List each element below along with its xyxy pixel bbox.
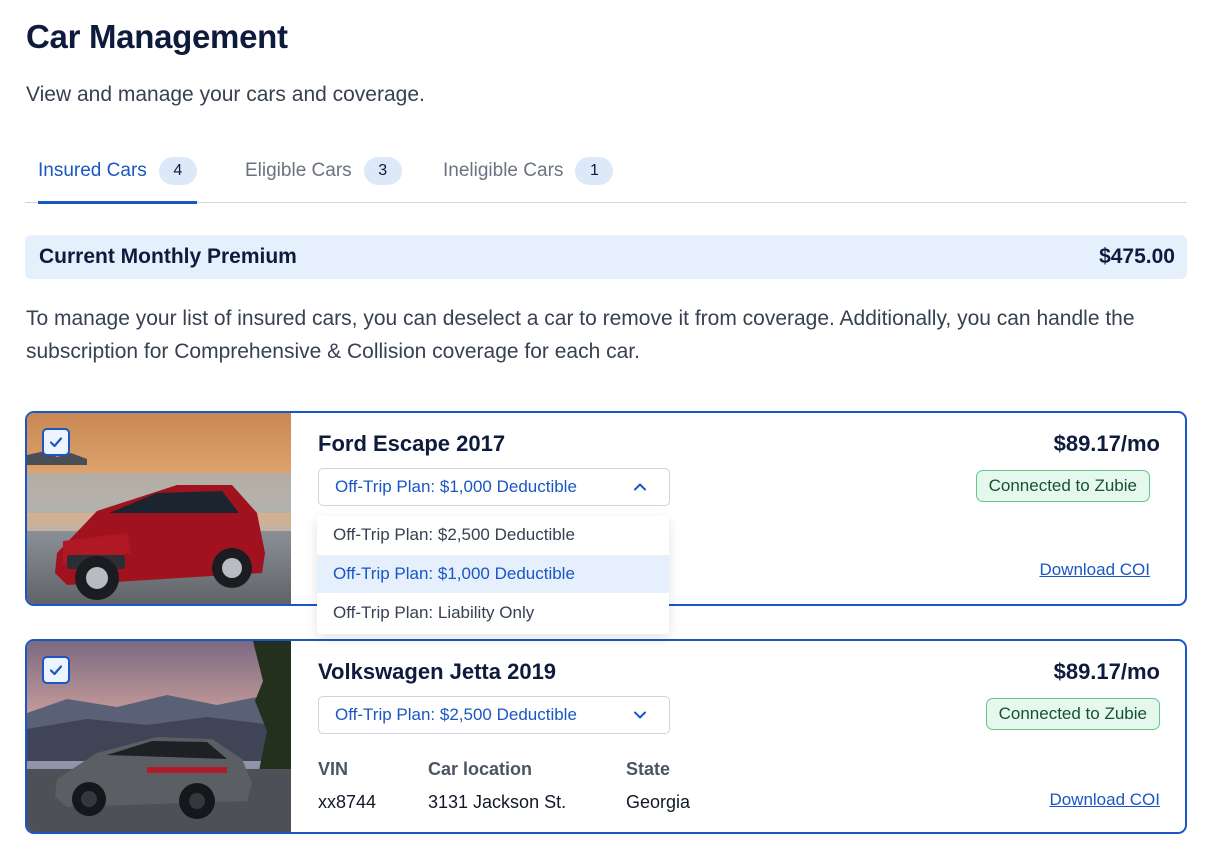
dropdown-option-liability-only[interactable]: Off-Trip Plan: Liability Only	[317, 594, 669, 632]
plan-dropdown-menu: Off-Trip Plan: $2,500 Deductible Off-Tri…	[317, 516, 669, 634]
checkmark-icon	[49, 665, 63, 676]
tab-eligible-cars[interactable]: Eligible Cars 3	[245, 140, 402, 202]
tab-label: Ineligible Cars	[443, 160, 564, 181]
tab-label: Insured Cars	[38, 160, 147, 181]
dropdown-option-2500-deductible[interactable]: Off-Trip Plan: $2,500 Deductible	[317, 516, 669, 554]
car-card-volkswagen-jetta: Volkswagen Jetta 2019 $89.17/mo Off-Trip…	[25, 639, 1187, 834]
plan-select-dropdown[interactable]: Off-Trip Plan: $1,000 Deductible	[318, 468, 670, 506]
premium-label: Current Monthly Premium	[39, 245, 297, 268]
coverage-description: To manage your list of insured cars, you…	[26, 307, 1135, 363]
zubie-status-badge: Connected to Zubie	[975, 470, 1150, 502]
tab-insured-cars[interactable]: Insured Cars 4	[38, 140, 197, 204]
plan-select-value: Off-Trip Plan: $2,500 Deductible	[335, 705, 577, 724]
tab-label: Eligible Cars	[245, 160, 352, 181]
dropdown-option-1000-deductible[interactable]: Off-Trip Plan: $1,000 Deductible	[317, 555, 669, 593]
detail-value: Georgia	[626, 792, 691, 812]
plan-select-dropdown[interactable]: Off-Trip Plan: $2,500 Deductible	[318, 696, 670, 734]
detail-label: Car location	[428, 759, 533, 779]
car-name: Ford Escape 2017	[318, 431, 506, 456]
chevron-down-icon	[634, 711, 646, 719]
tab-ineligible-cars[interactable]: Ineligible Cars 1	[443, 140, 614, 202]
detail-label: VIN	[318, 759, 349, 779]
checkmark-icon	[49, 437, 63, 448]
car-location-detail: Car location 3131 Jackson St.	[428, 759, 566, 813]
car-tabs: Insured Cars 4 Eligible Cars 3 Ineligibl…	[25, 140, 1187, 204]
zubie-status-badge: Connected to Zubie	[985, 698, 1160, 730]
download-coi-link[interactable]: Download COI	[1039, 560, 1150, 580]
car-price: $89.17/mo	[1053, 659, 1160, 684]
car-select-checkbox[interactable]	[42, 656, 70, 684]
monthly-premium-bar: Current Monthly Premium $475.00	[25, 235, 1187, 279]
detail-value: xx8744	[318, 792, 377, 812]
vin-detail: VIN xx8744	[318, 759, 376, 813]
tab-count-badge: 1	[575, 157, 614, 185]
premium-amount: $475.00	[1099, 245, 1175, 268]
tab-count-badge: 3	[363, 157, 402, 185]
tab-count-badge: 4	[158, 157, 197, 185]
plan-select-value: Off-Trip Plan: $1,000 Deductible	[335, 477, 577, 496]
page-subtitle: View and manage your cars and coverage.	[26, 83, 425, 106]
car-price: $89.17/mo	[1053, 431, 1160, 456]
chevron-up-icon	[634, 483, 646, 491]
download-coi-link[interactable]: Download COI	[1049, 790, 1160, 810]
state-detail: State Georgia	[626, 759, 690, 813]
car-select-checkbox[interactable]	[42, 428, 70, 456]
detail-label: State	[626, 759, 671, 779]
detail-value: 3131 Jackson St.	[428, 792, 567, 812]
page-title: Car Management	[26, 18, 288, 55]
car-name: Volkswagen Jetta 2019	[318, 659, 557, 684]
